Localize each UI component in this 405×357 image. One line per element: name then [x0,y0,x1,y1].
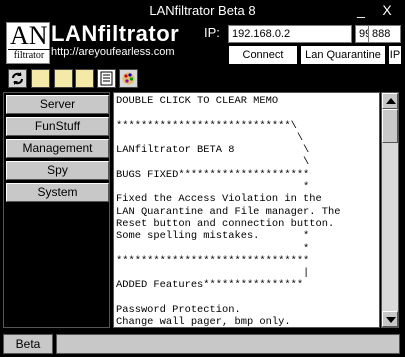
scroll-down-icon[interactable] [382,311,398,327]
scroll-thumb[interactable] [382,109,398,143]
folder-icon[interactable] [75,69,94,88]
ip-label: IP: [204,25,220,40]
status-panel-message [56,334,400,354]
logo-mark: AN [10,21,48,50]
header: AN filtrator LANfiltrator http://areyouf… [3,21,402,65]
app-name: LANfiltrator [51,21,180,46]
title-bar: LANfiltrator Beta 8 _ X [0,0,405,22]
close-button[interactable]: X [378,2,396,18]
palette-icon[interactable] [119,69,138,88]
menu-system-button[interactable]: System [6,183,109,202]
port-input-2[interactable]: 888 [368,25,401,43]
status-panel-version: Beta [3,334,53,354]
lan-quarantine-button[interactable]: Lan Quarantine [300,45,386,65]
refresh-icon[interactable] [8,69,27,88]
status-bar: Beta [0,332,405,357]
memo-textarea[interactable]: DOUBLE CLICK TO CLEAR MEMO *************… [113,92,380,328]
minimize-button[interactable]: _ [352,2,370,18]
memo-scrollbar[interactable] [381,92,399,328]
connect-button[interactable]: Connect [228,45,298,65]
logo-subtext: filtrator [8,49,50,61]
website-link[interactable]: http://areyoufearless.com [51,46,175,58]
scroll-up-icon[interactable] [382,93,398,109]
shortcut-toolbar [3,67,402,91]
menu-spy-button[interactable]: Spy [6,161,109,180]
menu-server-button[interactable]: Server [6,95,109,114]
memo-text: DOUBLE CLICK TO CLEAR MEMO *************… [116,95,341,328]
notepad-icon[interactable] [97,69,116,88]
folder-icon[interactable] [31,69,50,88]
side-menu: Server FunStuff Management Spy System [3,92,110,328]
folder-icon[interactable] [54,69,73,88]
ip-button[interactable]: IP [388,45,402,65]
window-title: LANfiltrator Beta 8 [149,3,256,18]
menu-management-button[interactable]: Management [6,139,109,158]
app-logo: AN filtrator [6,22,50,64]
menu-funstuff-button[interactable]: FunStuff [6,117,109,136]
ip-address-input[interactable]: 192.168.0.2 [228,25,352,43]
